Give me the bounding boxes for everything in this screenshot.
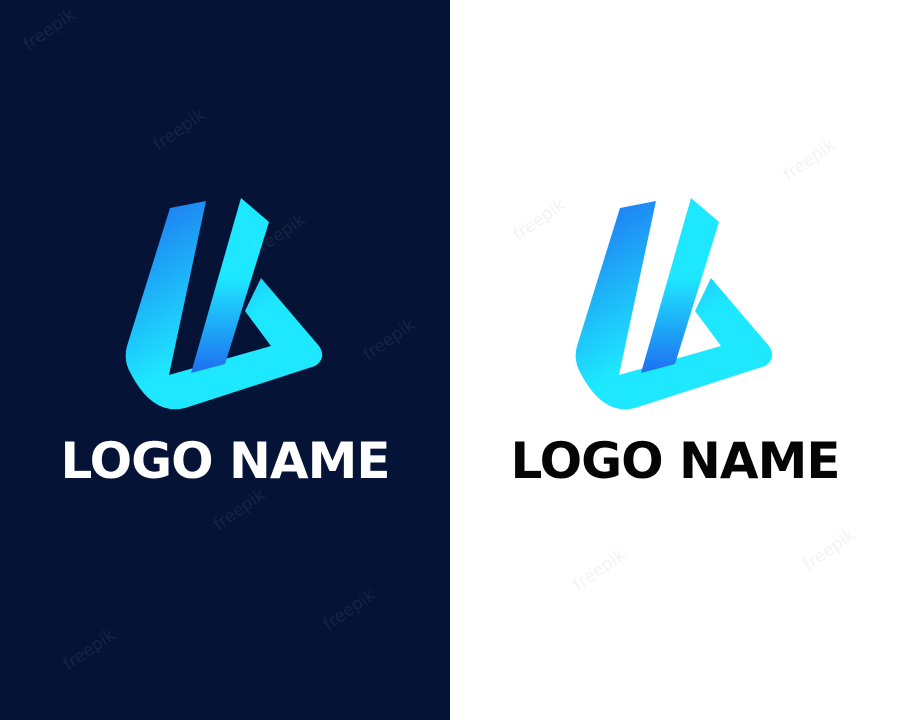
watermark: freepik — [509, 194, 570, 246]
logo-name-dark: LOGO NAME — [60, 432, 391, 490]
watermark: freepik — [59, 624, 120, 676]
light-panel: LOGO NAME freepik freepik freepik freepi… — [450, 0, 900, 720]
logo-mark-light — [575, 198, 773, 410]
watermark: freepik — [569, 544, 630, 596]
watermark: freepik — [319, 584, 380, 636]
dark-panel: LOGO NAME freepik freepik freepik freepi… — [0, 0, 450, 720]
watermark: freepik — [209, 484, 270, 536]
watermark: freepik — [779, 134, 840, 186]
watermark: freepik — [799, 524, 860, 576]
watermark: freepik — [359, 314, 420, 366]
watermark: freepik — [149, 104, 210, 156]
logo-name-light: LOGO NAME — [510, 432, 841, 490]
watermark: freepik — [19, 4, 80, 56]
